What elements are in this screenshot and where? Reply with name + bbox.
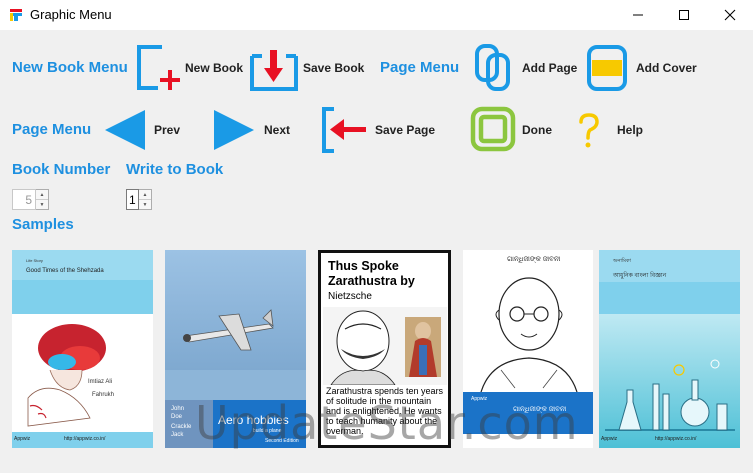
cover2-author-first: John bbox=[171, 406, 185, 412]
prev-arrow-icon[interactable] bbox=[105, 110, 147, 150]
write-to-book-spinner[interactable]: 1 ▲ ▼ bbox=[126, 189, 152, 210]
save-page-icon[interactable] bbox=[320, 106, 368, 154]
next-arrow-icon[interactable] bbox=[214, 110, 256, 150]
minimize-icon bbox=[633, 14, 643, 16]
prev-button[interactable]: Prev bbox=[154, 123, 180, 137]
lab-equipment-icon bbox=[605, 359, 735, 431]
cover5-top-text: অনামিকা bbox=[613, 258, 631, 264]
close-icon bbox=[724, 9, 736, 21]
write-to-book-value[interactable]: 1 bbox=[126, 189, 139, 210]
page-menu-label-row2: Page Menu bbox=[12, 121, 92, 138]
save-book-button[interactable]: Save Book bbox=[303, 61, 364, 75]
maximize-icon bbox=[679, 10, 689, 20]
save-page-button[interactable]: Save Page bbox=[375, 123, 435, 137]
cover4-top-text: ଗାନ୍ଧିଜୀଙ୍କ ଜୀବନୀ bbox=[507, 256, 561, 263]
cover1-url: http://appwiz.co.in/ bbox=[64, 436, 106, 442]
cover5-url: http://appwiz.co.in/ bbox=[655, 436, 697, 442]
gandhi-sketch-icon bbox=[480, 277, 578, 392]
new-book-icon[interactable] bbox=[136, 44, 184, 92]
app-icon bbox=[10, 9, 22, 21]
cover2-coauthor-first: Crackle bbox=[171, 424, 192, 430]
title-bar: Graphic Menu bbox=[0, 0, 753, 30]
book-number-label: Book Number bbox=[12, 161, 111, 178]
add-cover-button[interactable]: Add Cover bbox=[636, 61, 697, 75]
nietzsche-portrait-icon bbox=[323, 307, 447, 385]
cover3-title: Thus Spoke Zarathustra by bbox=[328, 259, 415, 288]
done-icon[interactable] bbox=[470, 106, 516, 152]
add-cover-icon[interactable] bbox=[586, 44, 628, 92]
write-to-book-label: Write to Book bbox=[126, 161, 224, 178]
sample-cover-1[interactable]: Life Story Good Times of the Shehzada Im… bbox=[12, 250, 153, 448]
page-menu-label-row1: Page Menu bbox=[380, 59, 460, 76]
add-page-button[interactable]: Add Page bbox=[522, 61, 577, 75]
airplane-icon bbox=[183, 309, 274, 351]
watermark-text: UpdateStar.com bbox=[195, 396, 579, 450]
write-to-book-up-icon[interactable]: ▲ bbox=[139, 190, 151, 200]
close-button[interactable] bbox=[707, 0, 753, 30]
cover2-author-last: Doe bbox=[171, 414, 183, 420]
next-button[interactable]: Next bbox=[264, 123, 290, 137]
add-page-icon[interactable] bbox=[474, 43, 514, 93]
book-number-spinner[interactable]: 5 ▲ ▼ bbox=[12, 189, 49, 210]
window-title: Graphic Menu bbox=[30, 7, 112, 22]
cover1-top-small: Life Story bbox=[26, 258, 43, 263]
new-book-menu-label: New Book Menu bbox=[12, 59, 128, 76]
sample-cover-5[interactable]: অনামিকা আধুনিক বাংলা বিজ্ঞান Appwiz http… bbox=[599, 250, 740, 448]
cover1-publisher: Appwiz bbox=[14, 436, 31, 442]
cover3-author: Nietzsche bbox=[328, 291, 372, 302]
save-book-icon[interactable] bbox=[250, 46, 300, 92]
cover2-coauthor-last: Jack bbox=[171, 432, 184, 438]
done-button[interactable]: Done bbox=[522, 123, 552, 137]
cover1-subtitle: Imtiaz Ali bbox=[88, 379, 113, 385]
cover1-title: Good Times of the Shehzada bbox=[26, 268, 104, 274]
help-question-icon[interactable] bbox=[577, 112, 601, 150]
book-number-up-icon[interactable]: ▲ bbox=[36, 190, 48, 200]
cover1-author: Fahrukh bbox=[92, 392, 115, 398]
new-book-button[interactable]: New Book bbox=[185, 61, 243, 75]
write-to-book-down-icon[interactable]: ▼ bbox=[139, 200, 151, 209]
cover5-publisher: Appwiz bbox=[601, 436, 618, 442]
book-number-down-icon[interactable]: ▼ bbox=[36, 200, 48, 209]
book-number-value[interactable]: 5 bbox=[12, 189, 36, 210]
minimize-button[interactable] bbox=[615, 0, 661, 30]
cover5-title: আধুনিক বাংলা বিজ্ঞান bbox=[613, 273, 667, 279]
illustration-woman-icon bbox=[27, 324, 106, 427]
help-button[interactable]: Help bbox=[617, 123, 643, 137]
client-area: New Book Menu New Book Save Book Page Me… bbox=[0, 30, 753, 473]
samples-label: Samples bbox=[12, 216, 74, 233]
maximize-button[interactable] bbox=[661, 0, 707, 30]
